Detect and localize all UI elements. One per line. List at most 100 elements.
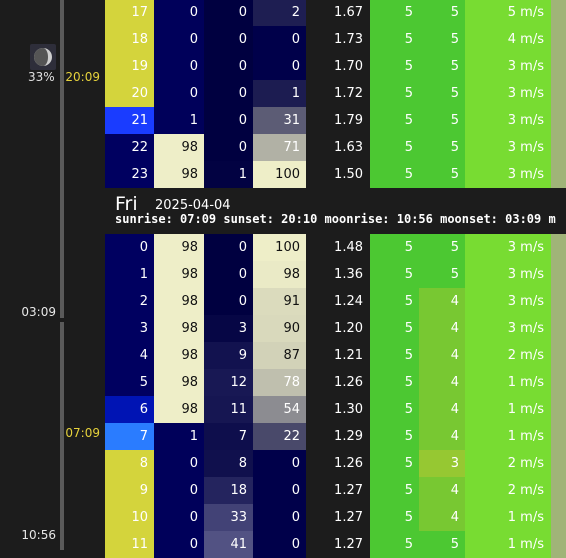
wind-cell: 2 m/s	[465, 477, 551, 504]
cloud-mid-cell: 41	[204, 531, 253, 558]
seeing-cell: 5	[370, 0, 419, 26]
seeing-cell: 5	[370, 261, 419, 288]
seeing-cell: 5	[370, 161, 419, 188]
hour-cell: 8	[105, 450, 154, 477]
cloud-high-cell: 100	[253, 234, 306, 261]
hour-cell: 2	[105, 288, 154, 315]
cloud-high-cell: 87	[253, 342, 306, 369]
wind-cell: 2 m/s	[465, 342, 551, 369]
cloud-mid-cell: 8	[204, 450, 253, 477]
cloud-low-cell: 98	[154, 396, 204, 423]
seeing-cell: 5	[370, 234, 419, 261]
wind-cell: 3 m/s	[465, 134, 551, 161]
seeing-cell: 5	[370, 53, 419, 80]
value-cell: 1.27	[306, 504, 370, 531]
cloud-high-cell: 0	[253, 504, 306, 531]
cloud-high-cell: 0	[253, 477, 306, 504]
wind-cell: 3 m/s	[465, 80, 551, 107]
cloud-mid-cell: 3	[204, 315, 253, 342]
cloud-mid-cell: 0	[204, 288, 253, 315]
value-cell: 1.72	[306, 80, 370, 107]
cloud-mid-cell: 0	[204, 80, 253, 107]
cloud-low-cell: 98	[154, 315, 204, 342]
edge-cell	[551, 53, 566, 80]
cloud-mid-cell: 0	[204, 261, 253, 288]
edge-cell	[551, 134, 566, 161]
edge-cell	[551, 315, 566, 342]
cloud-low-cell: 98	[154, 134, 204, 161]
seeing-cell: 5	[370, 134, 419, 161]
wind-cell: 4 m/s	[465, 26, 551, 53]
transparency-cell: 4	[419, 315, 465, 342]
wind-cell: 1 m/s	[465, 423, 551, 450]
edge-cell	[551, 80, 566, 107]
seeing-cell: 5	[370, 26, 419, 53]
hour-cell: 22	[105, 134, 154, 161]
wind-cell: 1 m/s	[465, 396, 551, 423]
cloud-low-cell: 0	[154, 0, 204, 26]
seeing-cell: 5	[370, 288, 419, 315]
transparency-cell: 5	[419, 234, 465, 261]
cloud-low-cell: 98	[154, 234, 204, 261]
cloud-high-cell: 71	[253, 134, 306, 161]
cloud-high-cell: 0	[253, 531, 306, 558]
cloud-mid-cell: 0	[204, 107, 253, 134]
value-cell: 1.79	[306, 107, 370, 134]
cloud-high-cell: 91	[253, 288, 306, 315]
hour-cell: 11	[105, 531, 154, 558]
transparency-cell: 5	[419, 53, 465, 80]
cloud-high-cell: 1	[253, 80, 306, 107]
hour-cell: 23	[105, 161, 154, 188]
cloud-low-cell: 0	[154, 531, 204, 558]
timeline-label-sunrise: 07:09	[65, 426, 100, 440]
transparency-cell: 4	[419, 396, 465, 423]
hour-cell: 1	[105, 261, 154, 288]
wind-cell: 2 m/s	[465, 450, 551, 477]
cloud-mid-cell: 0	[204, 134, 253, 161]
value-cell: 1.26	[306, 450, 370, 477]
hour-cell: 21	[105, 107, 154, 134]
cloud-high-cell: 0	[253, 53, 306, 80]
transparency-cell: 5	[419, 26, 465, 53]
seeing-cell: 5	[370, 315, 419, 342]
cloud-low-cell: 0	[154, 504, 204, 531]
hour-cell: 10	[105, 504, 154, 531]
cloud-mid-cell: 7	[204, 423, 253, 450]
value-cell: 1.20	[306, 315, 370, 342]
edge-cell	[551, 107, 566, 134]
wind-cell: 1 m/s	[465, 369, 551, 396]
transparency-cell: 5	[419, 134, 465, 161]
cloud-high-cell: 78	[253, 369, 306, 396]
timeline-label-moonset: 03:09	[21, 305, 56, 319]
edge-cell	[551, 161, 566, 188]
edge-cell	[551, 531, 566, 558]
wind-cell: 3 m/s	[465, 53, 551, 80]
cloud-high-cell: 100	[253, 161, 306, 188]
edge-cell	[551, 234, 566, 261]
hour-cell: 18	[105, 26, 154, 53]
cloud-high-cell: 90	[253, 315, 306, 342]
wind-cell: 1 m/s	[465, 531, 551, 558]
edge-cell	[551, 396, 566, 423]
cloud-mid-cell: 0	[204, 234, 253, 261]
edge-cell	[551, 450, 566, 477]
cloud-low-cell: 1	[154, 423, 204, 450]
cloud-mid-cell: 0	[204, 0, 253, 26]
hour-cell: 5	[105, 369, 154, 396]
transparency-cell: 5	[419, 261, 465, 288]
value-cell: 1.24	[306, 288, 370, 315]
value-cell: 1.27	[306, 477, 370, 504]
transparency-cell: 3	[419, 450, 465, 477]
wind-cell: 3 m/s	[465, 234, 551, 261]
cloud-mid-cell: 1	[204, 161, 253, 188]
seeing-cell: 5	[370, 477, 419, 504]
cloud-mid-cell: 11	[204, 396, 253, 423]
transparency-cell: 4	[419, 342, 465, 369]
seeing-cell: 5	[370, 450, 419, 477]
seeing-cell: 5	[370, 107, 419, 134]
cloud-mid-cell: 9	[204, 342, 253, 369]
day-date: 2025-04-04	[155, 198, 231, 213]
cloud-low-cell: 0	[154, 53, 204, 80]
moon-phase-icon	[30, 44, 56, 70]
hour-cell: 7	[105, 423, 154, 450]
